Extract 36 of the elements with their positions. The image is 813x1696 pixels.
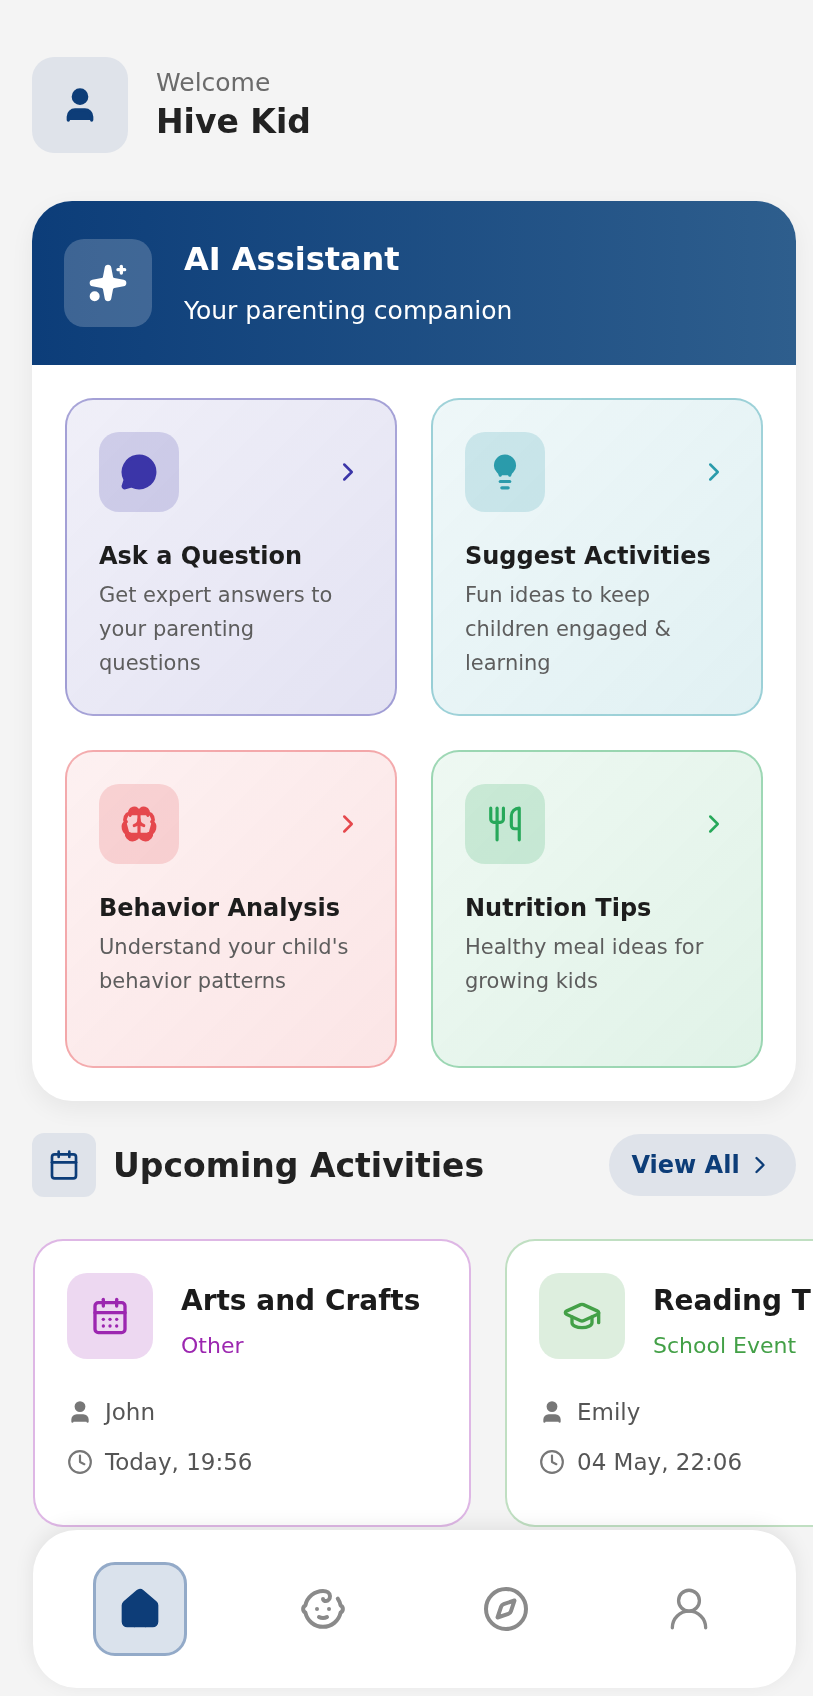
action-title: Behavior Analysis — [99, 893, 341, 924]
view-all-button[interactable]: View All — [609, 1134, 796, 1196]
activity-title: Arts and Crafts — [181, 1283, 421, 1319]
action-title: Ask a Question — [99, 541, 304, 572]
avatar[interactable] — [32, 57, 128, 153]
nav-tab[interactable] — [93, 1562, 188, 1656]
action-title: Suggest Activities — [465, 541, 712, 572]
calendar-icon — [90, 1296, 130, 1336]
activity-title: Reading Ti — [653, 1283, 813, 1319]
action-description: Understand your child's behavior patterns — [99, 934, 350, 995]
user-name: Hive Kid — [156, 101, 311, 143]
section-title: Upcoming Activities — [113, 1145, 486, 1185]
clock-icon — [67, 1449, 93, 1475]
assistant-action-card[interactable]: Suggest Activities Fun ideas to keep children engaged & learning — [431, 398, 763, 716]
clock-icon — [539, 1449, 565, 1475]
activity-card[interactable]: Reading Ti School Event Emily 04 May, 22:06 — [505, 1239, 813, 1527]
action-description: Get expert answers to your parenting questions — [99, 582, 334, 677]
activity-person: Emily — [577, 1399, 641, 1425]
activity-category: Other — [181, 1333, 245, 1358]
sparkles-icon — [88, 263, 128, 303]
assistant-action-card[interactable]: Nutrition Tips Healthy meal ideas for growing kids — [431, 750, 763, 1068]
activity-category: School Event — [653, 1333, 798, 1358]
compass-icon — [481, 1585, 530, 1633]
assistant-title: AI Assistant — [184, 239, 401, 280]
action-title: Nutrition Tips — [465, 893, 653, 924]
activity-card[interactable]: Arts and Crafts Other John Today, 19:56 — [33, 1239, 471, 1527]
calendar-icon — [48, 1149, 80, 1181]
assistant-subtitle: Your parenting companion — [184, 295, 513, 327]
assistant-action-card[interactable]: Ask a Question Get expert answers to your parenting questions — [65, 398, 397, 716]
activity-time: Today, 19:56 — [105, 1449, 253, 1475]
action-description: Healthy meal ideas for growing kids — [465, 934, 705, 995]
action-description: Fun ideas to keep children engaged & learning — [465, 582, 672, 677]
assistant-action-card[interactable]: Behavior Analysis Understand your child's behavior patterns — [65, 750, 397, 1068]
greeting-text: Welcome — [156, 67, 272, 99]
activity-person: John — [105, 1399, 155, 1425]
activity-time: 04 May, 22:06 — [577, 1449, 743, 1475]
